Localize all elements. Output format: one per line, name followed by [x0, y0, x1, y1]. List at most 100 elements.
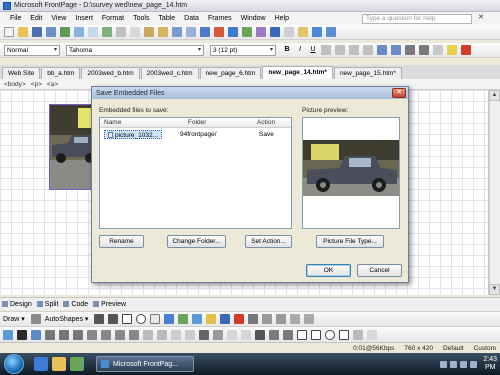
change-folder-button[interactable]: Change Folder... [167, 235, 226, 248]
open-folder-icon[interactable] [18, 27, 28, 37]
line-icon[interactable] [94, 314, 105, 324]
cancel-button[interactable]: Cancel [357, 264, 402, 277]
set-transparent-icon[interactable] [241, 329, 251, 340]
fill-color-icon[interactable] [206, 314, 217, 324]
line-style-icon[interactable] [248, 314, 259, 324]
less-contrast-icon[interactable] [157, 329, 167, 340]
more-contrast-icon[interactable] [143, 329, 153, 340]
menu-window[interactable]: Window [241, 15, 266, 22]
insert-table-icon[interactable] [228, 27, 238, 37]
dash-style-icon[interactable] [262, 314, 273, 324]
justify-icon[interactable] [363, 45, 373, 55]
view-tab-code[interactable]: Code [63, 301, 88, 308]
menu-format[interactable]: Format [102, 15, 124, 22]
select-icon[interactable] [297, 329, 307, 340]
rotate-right-icon[interactable] [101, 329, 111, 340]
taskbar-frontpage-button[interactable]: Microsoft FrontPag... [96, 356, 194, 372]
web-component-icon[interactable] [214, 27, 224, 37]
view-tab-design[interactable]: Design [2, 301, 32, 308]
save-icon[interactable] [32, 27, 42, 37]
3d-style-icon[interactable] [304, 314, 315, 324]
menu-file[interactable]: File [10, 15, 21, 22]
tab-bb-a[interactable]: bb_a.htm [41, 67, 81, 79]
print-icon[interactable] [74, 27, 84, 37]
volume-icon[interactable] [470, 360, 478, 368]
rotate-left-icon[interactable] [87, 329, 97, 340]
clip-art-icon[interactable] [178, 314, 189, 324]
rename-button[interactable]: Rename [99, 235, 144, 248]
format-painter-icon[interactable] [158, 27, 168, 37]
clock[interactable]: 2:43 PM [483, 356, 497, 372]
tray-app-icon[interactable] [450, 360, 458, 368]
refresh-icon[interactable] [284, 27, 294, 37]
hotspot-polygon-icon[interactable] [339, 329, 349, 340]
draw-menu[interactable]: Draw ▾ [3, 315, 25, 323]
undo-icon[interactable] [172, 27, 182, 37]
hotspot-rectangle-icon[interactable] [311, 329, 321, 340]
menu-edit[interactable]: Edit [30, 15, 42, 22]
cut-icon[interactable] [116, 27, 126, 37]
align-center-icon[interactable] [335, 45, 345, 55]
menu-tools[interactable]: Tools [133, 15, 149, 22]
media-quicklaunch-icon[interactable] [70, 357, 84, 371]
insert-layer-icon[interactable] [200, 27, 210, 37]
rectangle-icon[interactable] [122, 314, 133, 324]
bullets-icon[interactable] [419, 45, 429, 55]
list-item[interactable]: picture_1032... 94frontpage/ Save [102, 130, 289, 140]
decrease-font-icon[interactable] [391, 45, 401, 55]
position-absolutely-icon[interactable] [45, 329, 55, 340]
close-document-icon[interactable]: ✕ [478, 13, 484, 21]
view-tab-split[interactable]: Split [36, 301, 58, 308]
view-tab-preview[interactable]: Preview [93, 301, 126, 308]
arrow-style-icon[interactable] [276, 314, 287, 324]
textbox-icon[interactable] [150, 314, 161, 324]
copy-icon[interactable] [130, 27, 140, 37]
column-action[interactable]: Action [257, 119, 275, 126]
start-button[interactable] [4, 354, 24, 374]
align-left-icon[interactable] [321, 45, 331, 55]
color-icon[interactable] [255, 329, 265, 340]
menu-help[interactable]: Help [275, 15, 289, 22]
highlight-icon[interactable] [447, 45, 457, 55]
italic-button[interactable]: I [295, 45, 305, 55]
spelling-icon[interactable] [102, 27, 112, 37]
flip-horizontal-icon[interactable] [115, 329, 125, 340]
text-on-picture-icon[interactable] [17, 329, 27, 340]
menu-view[interactable]: View [51, 15, 66, 22]
bold-button[interactable]: B [282, 45, 292, 55]
show-all-icon[interactable] [312, 27, 322, 37]
tab-new-page-14[interactable]: new_page_14.htm* [262, 66, 333, 79]
menu-data[interactable]: Data [184, 15, 199, 22]
font-dropdown[interactable]: Tahoma [66, 44, 204, 56]
select-arrow-icon[interactable] [30, 314, 41, 324]
quick-tag-body[interactable]: <body> [4, 81, 26, 88]
explorer-quicklaunch-icon[interactable] [52, 357, 66, 371]
column-name[interactable]: Name [104, 119, 121, 126]
autoshapes-menu[interactable]: AutoShapes ▾ [45, 315, 89, 323]
preview-browser-icon[interactable] [88, 27, 98, 37]
border-icon[interactable] [433, 45, 443, 55]
text-color-icon[interactable] [234, 314, 245, 324]
line-style-picture-icon[interactable] [213, 329, 223, 340]
numbering-icon[interactable] [405, 45, 415, 55]
more-brightness-icon[interactable] [171, 329, 181, 340]
tab-new-page-6[interactable]: new_page_6.htm [199, 67, 262, 79]
picture-icon[interactable] [192, 314, 203, 324]
help-icon[interactable] [326, 27, 336, 37]
shadow-style-icon[interactable] [290, 314, 301, 324]
ok-button[interactable]: OK [306, 264, 351, 277]
bring-forward-icon[interactable] [59, 329, 69, 340]
menu-insert[interactable]: Insert [75, 15, 93, 22]
menu-frames[interactable]: Frames [208, 15, 232, 22]
toggle-pane-icon[interactable] [60, 27, 70, 37]
set-action-button[interactable]: Set Action... [245, 235, 292, 248]
tab-web-site[interactable]: Web Site [2, 67, 41, 79]
bevel-icon[interactable] [269, 329, 279, 340]
tab-2003wed-c[interactable]: 2003wed_c.htm [140, 67, 199, 79]
quick-tag-a[interactable]: <a> [47, 81, 58, 88]
scroll-up-icon[interactable]: ▲ [489, 90, 500, 101]
flip-vertical-icon[interactable] [129, 329, 139, 340]
font-size-dropdown[interactable]: 3 (12 pt) [210, 44, 276, 56]
vertical-scrollbar[interactable] [489, 90, 500, 295]
font-color-icon[interactable] [461, 45, 471, 55]
